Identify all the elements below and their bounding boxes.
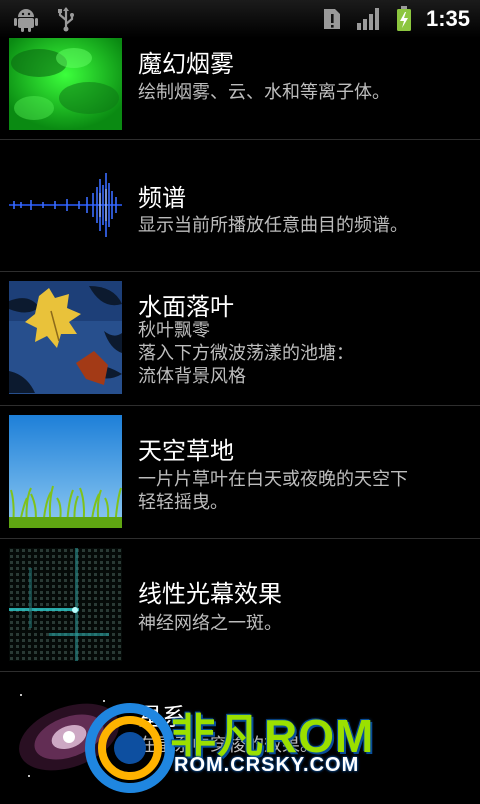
list-item[interactable]: 线性光幕效果 神经网络之一斑。: [0, 539, 480, 672]
green-smoke-thumbnail: [9, 38, 122, 130]
item-title: 线性光幕效果: [138, 580, 282, 608]
item-title: 水面落叶: [138, 293, 234, 321]
item-description: 一片片草叶在白天或夜晚的天空下 轻轻摇曳。: [138, 469, 408, 513]
item-title: 频谱: [138, 184, 186, 212]
list-item[interactable]: 水面落叶 秋叶飘零 落入下方微波荡漾的池塘： 流体背景风格: [0, 272, 480, 406]
list-item[interactable]: 天空草地 一片片草叶在白天或夜晚的天空下 轻轻摇曳。: [0, 406, 480, 539]
list-item[interactable]: 频谱 显示当前所播放任意曲目的频谱。: [0, 140, 480, 272]
item-title: 天空草地: [138, 437, 234, 465]
sim-alert-icon: [322, 7, 342, 31]
item-description: 秋叶飘零 落入下方微波荡漾的池塘： 流体背景风格: [138, 320, 354, 387]
grid-lights-thumbnail: [9, 548, 122, 661]
signal-icon: [356, 7, 382, 31]
clock: 1:35: [425, 6, 470, 31]
item-title: 魔幻烟雾: [138, 50, 234, 78]
watermark: 非凡ROM ROM.CRSKY.COM: [82, 690, 402, 800]
android-debug-icon: [14, 6, 38, 32]
battery-charging-icon: [396, 6, 412, 32]
spectrum-thumbnail: [9, 149, 122, 262]
list-item[interactable]: 魔幻烟雾 绘制烟雾、云、水和等离子体。: [0, 38, 480, 140]
item-description: 神经网络之一斑。: [138, 613, 282, 634]
watermark-logo-icon: [85, 703, 175, 793]
watermark-url: ROM.CRSKY.COM: [174, 754, 360, 776]
usb-icon: [56, 6, 76, 32]
item-description: 显示当前所播放任意曲目的频谱。: [138, 215, 408, 236]
status-bar: 1:35: [0, 0, 480, 38]
item-description: 绘制烟雾、云、水和等离子体。: [138, 82, 390, 103]
falling-leaves-thumbnail: [9, 281, 122, 394]
sky-grass-thumbnail: [9, 415, 122, 528]
